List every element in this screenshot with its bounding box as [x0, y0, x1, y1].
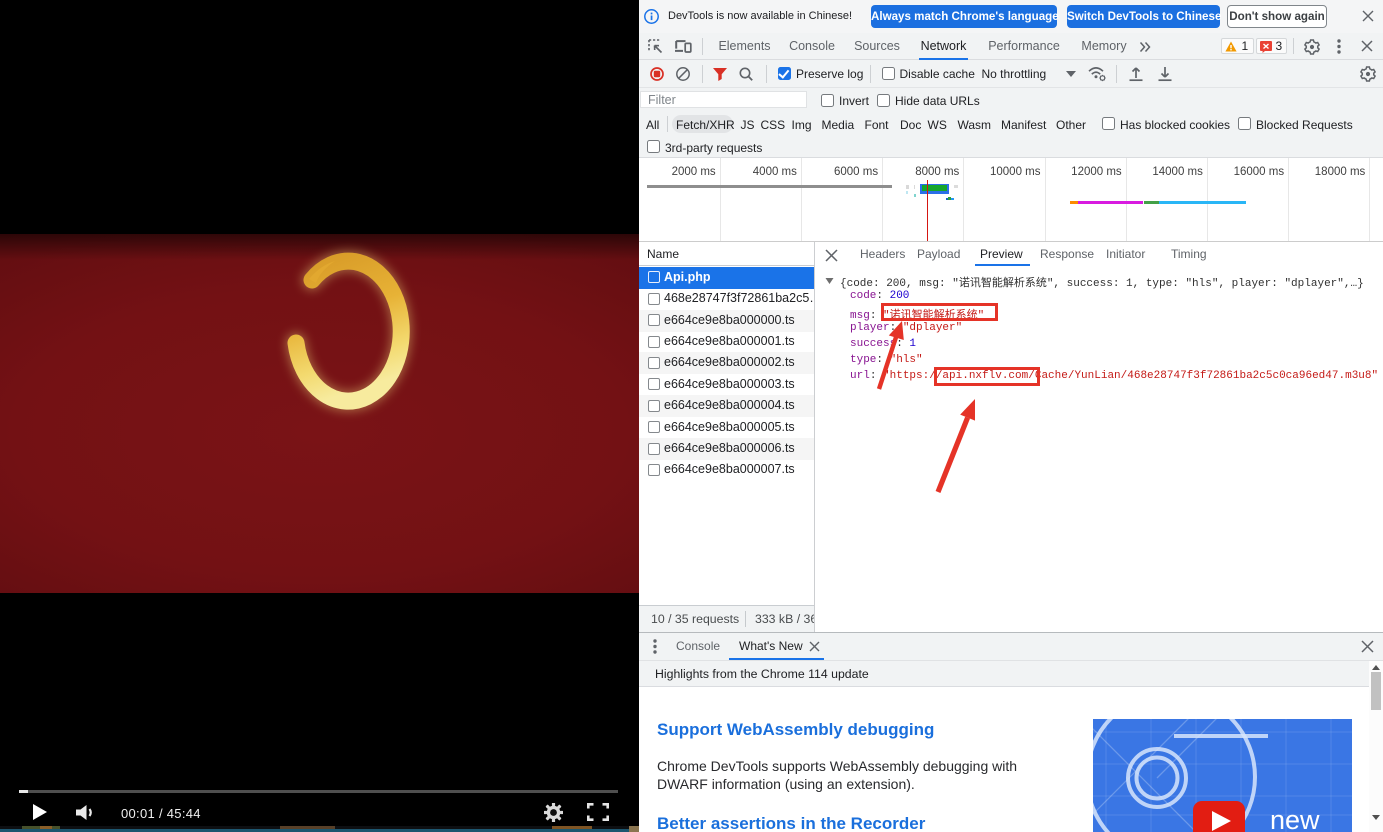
- svg-text:new: new: [1270, 805, 1320, 832]
